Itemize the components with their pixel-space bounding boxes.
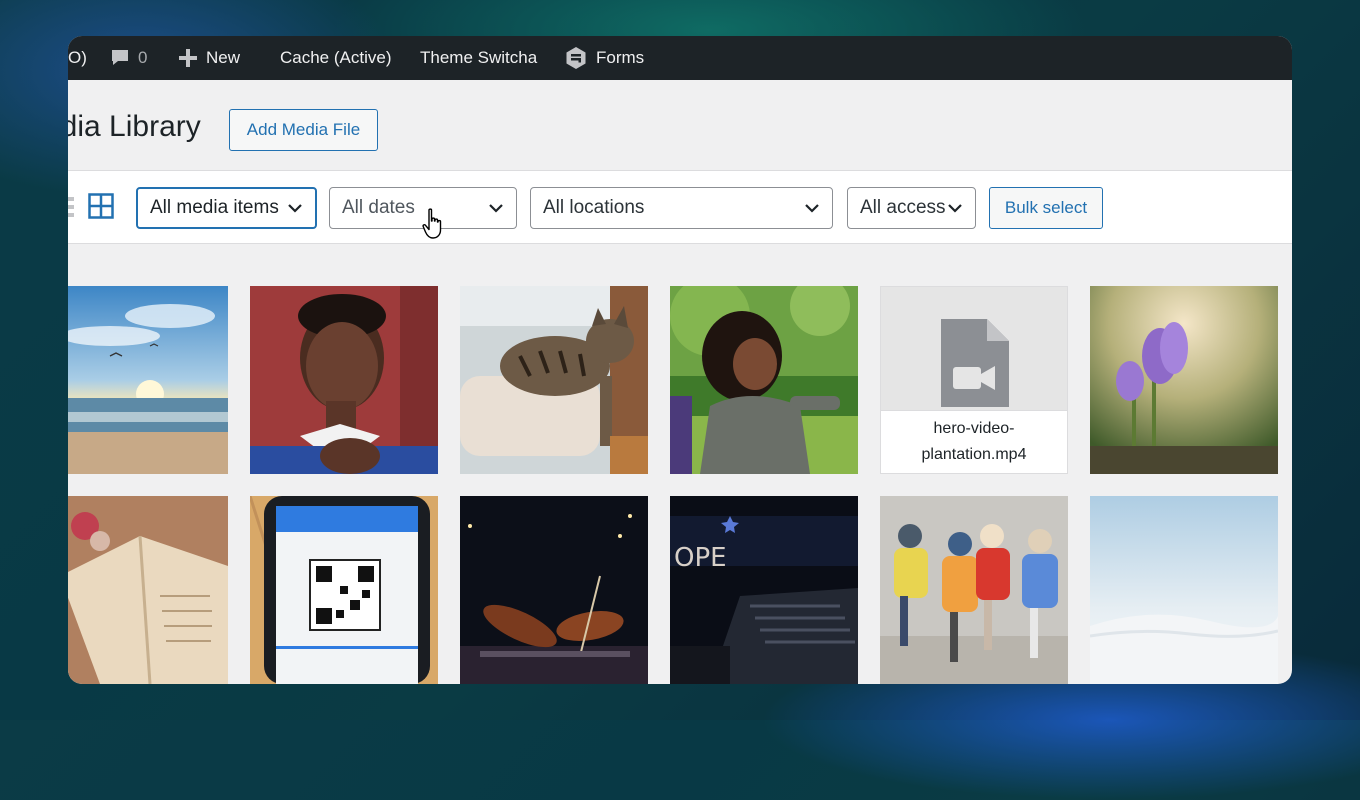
admin-bar-count-item[interactable]: O) — [68, 36, 87, 80]
comments-count: 0 — [138, 48, 148, 67]
media-item-tabby-cat[interactable] — [460, 286, 648, 474]
comment-icon — [110, 48, 130, 68]
location-filter-value: All locations — [543, 197, 645, 218]
media-item-crocus-flowers[interactable] — [1090, 286, 1278, 474]
forms-menu[interactable]: Forms — [564, 36, 644, 80]
page-header: edia Library Add Media File — [68, 80, 1292, 170]
media-item-children-backpacks[interactable] — [880, 496, 1068, 684]
cache-label: Cache (Active) — [280, 48, 392, 67]
chevron-down-icon — [488, 197, 504, 219]
new-content-menu[interactable]: New — [178, 36, 240, 80]
theme-switcha-label: Theme Switcha — [420, 48, 538, 67]
admin-bar: O) 0 New Cache (Active) Theme Switcha Fo… — [68, 36, 1292, 80]
media-item-snowy-landscape[interactable] — [1090, 496, 1278, 684]
media-item-woman-portrait[interactable] — [250, 286, 438, 474]
video-file-icon — [941, 319, 1009, 407]
add-media-file-button[interactable]: Add Media File — [229, 109, 378, 151]
pointer-hand-icon — [422, 208, 446, 245]
plus-icon — [178, 48, 198, 68]
access-filter[interactable]: All access — [847, 187, 976, 229]
media-item-night-stage[interactable]: OPE — [670, 496, 858, 684]
grid-view-icon[interactable] — [88, 193, 114, 224]
admin-bar-count-text: O) — [68, 48, 87, 67]
media-type-filter[interactable]: All media items — [136, 187, 317, 229]
forms-icon — [564, 46, 588, 70]
chevron-down-icon — [804, 197, 820, 219]
chevron-down-icon — [947, 197, 963, 219]
video-filename: hero-video-plantation.mp4 — [881, 410, 1067, 473]
media-item-open-book[interactable] — [68, 496, 228, 684]
bulk-select-button[interactable]: Bulk select — [989, 187, 1103, 229]
video-filename-text: hero-video-plantation.mp4 — [921, 420, 1027, 463]
media-item-beach-sunset[interactable] — [68, 286, 228, 474]
media-item-woman-outdoors[interactable] — [670, 286, 858, 474]
new-label: New — [206, 48, 241, 67]
cache-menu[interactable]: Cache (Active) — [280, 36, 391, 80]
media-toolbar: All media items All dates All locations … — [68, 170, 1292, 244]
media-grid: hero-video-plantation.mp4 OPE — [68, 244, 1292, 684]
location-filter[interactable]: All locations — [530, 187, 833, 229]
media-item-video[interactable]: hero-video-plantation.mp4 — [880, 286, 1068, 474]
chevron-down-icon — [287, 197, 303, 219]
media-item-phone-qr[interactable] — [250, 496, 438, 684]
forms-label: Forms — [596, 48, 645, 67]
comments-menu[interactable]: 0 — [110, 36, 147, 80]
list-view-icon[interactable] — [68, 195, 76, 224]
browser-window: O) 0 New Cache (Active) Theme Switcha Fo… — [68, 36, 1292, 684]
media-item-violins-stage[interactable] — [460, 496, 648, 684]
svg-text:OPE: OPE — [674, 543, 727, 573]
theme-switcha-menu[interactable]: Theme Switcha — [420, 36, 537, 80]
page-title: edia Library — [68, 110, 201, 143]
